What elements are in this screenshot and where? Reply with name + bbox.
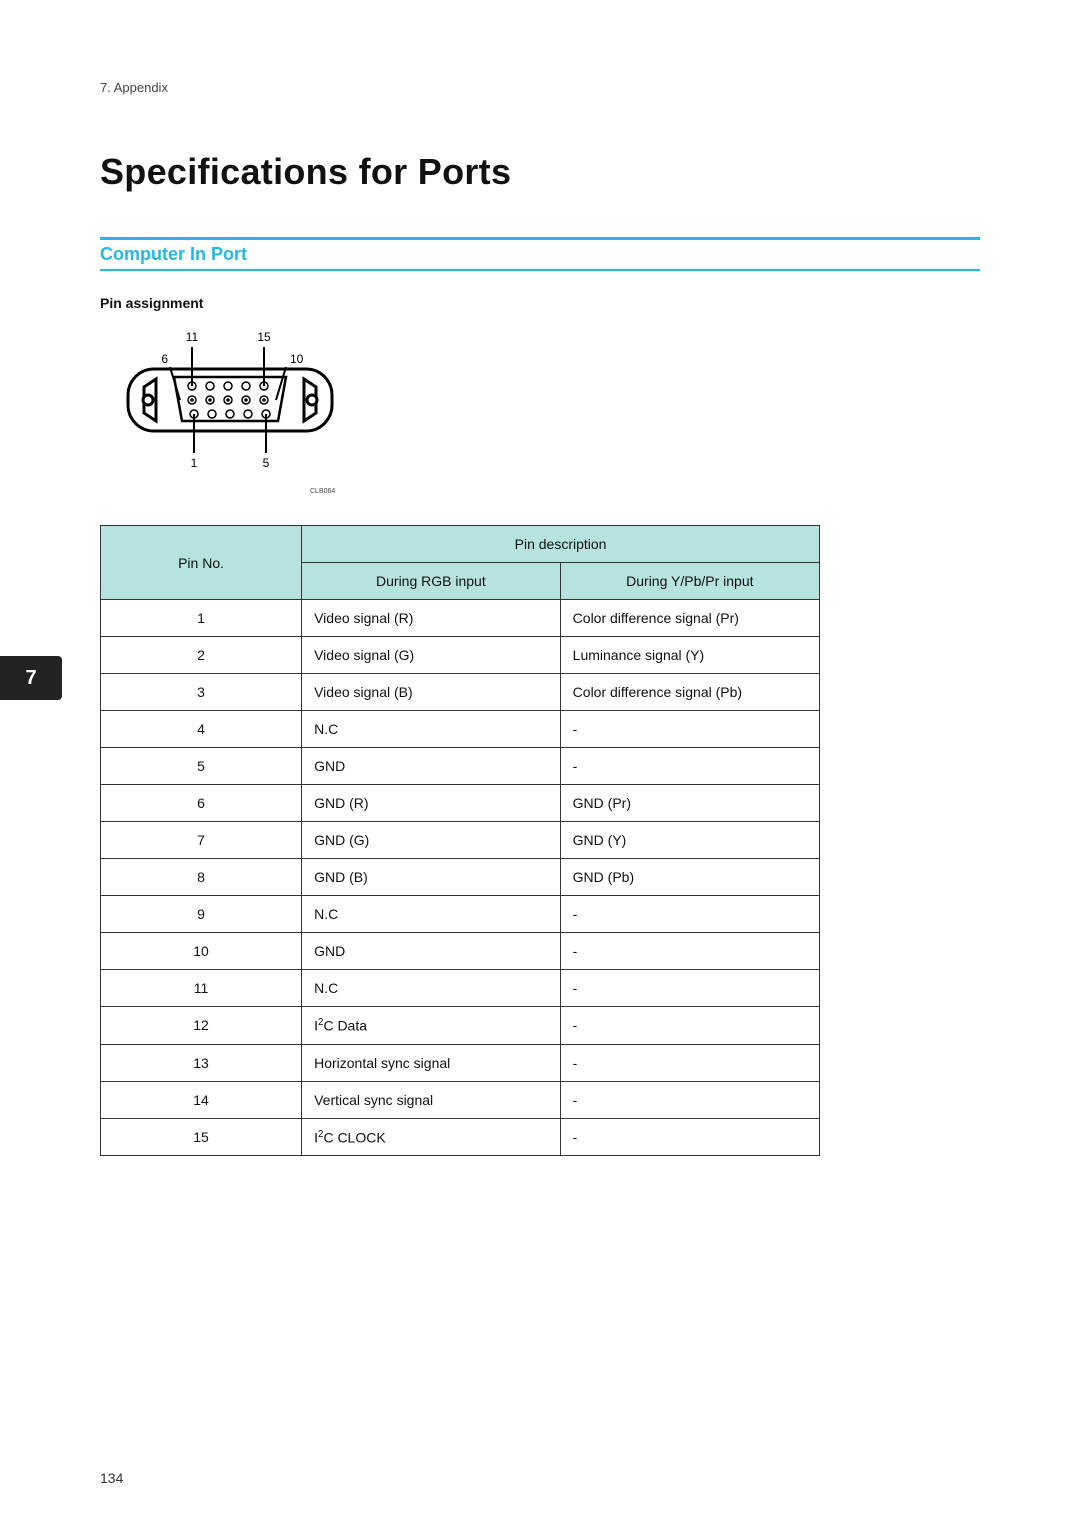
cell-pin-no: 12 — [101, 1007, 302, 1045]
table-row: 3Video signal (B)Color difference signal… — [101, 674, 820, 711]
table-row: 7GND (G)GND (Y) — [101, 822, 820, 859]
cell-pin-no: 8 — [101, 859, 302, 896]
pin-label-6: 6 — [161, 352, 168, 366]
cell-ypbpr: GND (Pb) — [560, 859, 819, 896]
db15-connector-icon: 11 15 6 10 1 5 — [100, 321, 360, 481]
page-number: 134 — [100, 1470, 123, 1486]
cell-rgb: GND — [302, 748, 561, 785]
cell-rgb: Video signal (B) — [302, 674, 561, 711]
cell-pin-no: 6 — [101, 785, 302, 822]
cell-rgb: I2C Data — [302, 1007, 561, 1045]
cell-pin-no: 3 — [101, 674, 302, 711]
cell-rgb: I2C CLOCK — [302, 1118, 561, 1156]
cell-ypbpr: GND (Pr) — [560, 785, 819, 822]
cell-ypbpr: - — [560, 711, 819, 748]
breadcrumb: 7. Appendix — [100, 80, 980, 95]
section-heading-block: Computer In Port — [100, 237, 980, 271]
cell-rgb: N.C — [302, 896, 561, 933]
cell-ypbpr: Luminance signal (Y) — [560, 637, 819, 674]
cell-rgb: Video signal (R) — [302, 600, 561, 637]
table-row: 15I2C CLOCK- — [101, 1118, 820, 1156]
cell-rgb: N.C — [302, 711, 561, 748]
cell-ypbpr: Color difference signal (Pr) — [560, 600, 819, 637]
cell-ypbpr: Color difference signal (Pb) — [560, 674, 819, 711]
th-ypbpr: During Y/Pb/Pr input — [560, 563, 819, 600]
cell-ypbpr: - — [560, 1081, 819, 1118]
cell-ypbpr: - — [560, 748, 819, 785]
cell-pin-no: 4 — [101, 711, 302, 748]
table-row: 12I2C Data- — [101, 1007, 820, 1045]
th-pin-no: Pin No. — [101, 526, 302, 600]
cell-pin-no: 2 — [101, 637, 302, 674]
chapter-tab: 7 — [0, 656, 62, 700]
table-row: 10GND- — [101, 933, 820, 970]
section-title: Computer In Port — [100, 240, 980, 269]
cell-rgb: N.C — [302, 970, 561, 1007]
table-row: 9N.C- — [101, 896, 820, 933]
section-rule-bottom — [100, 269, 980, 271]
cell-rgb: Vertical sync signal — [302, 1081, 561, 1118]
cell-ypbpr: - — [560, 1118, 819, 1156]
cell-pin-no: 11 — [101, 970, 302, 1007]
cell-ypbpr: GND (Y) — [560, 822, 819, 859]
cell-pin-no: 15 — [101, 1118, 302, 1156]
th-pin-description: Pin description — [302, 526, 820, 563]
pin-table-body: 1Video signal (R)Color difference signal… — [101, 600, 820, 1156]
cell-pin-no: 13 — [101, 1044, 302, 1081]
cell-rgb: Video signal (G) — [302, 637, 561, 674]
table-row: 11N.C- — [101, 970, 820, 1007]
diagram-code: CLB064 — [310, 488, 360, 495]
cell-rgb: GND (R) — [302, 785, 561, 822]
cell-pin-no: 14 — [101, 1081, 302, 1118]
cell-ypbpr: - — [560, 896, 819, 933]
cell-pin-no: 1 — [101, 600, 302, 637]
cell-pin-no: 10 — [101, 933, 302, 970]
table-row: 8GND (B)GND (Pb) — [101, 859, 820, 896]
cell-ypbpr: - — [560, 933, 819, 970]
subheading: Pin assignment — [100, 295, 980, 311]
table-row: 5GND- — [101, 748, 820, 785]
th-rgb: During RGB input — [302, 563, 561, 600]
cell-rgb: Horizontal sync signal — [302, 1044, 561, 1081]
cell-rgb: GND — [302, 933, 561, 970]
cell-ypbpr: - — [560, 1044, 819, 1081]
table-row: 6GND (R)GND (Pr) — [101, 785, 820, 822]
pin-label-5: 5 — [263, 456, 270, 470]
cell-rgb: GND (B) — [302, 859, 561, 896]
page-title: Specifications for Ports — [100, 151, 980, 193]
cell-ypbpr: - — [560, 1007, 819, 1045]
cell-ypbpr: - — [560, 970, 819, 1007]
pin-assignment-table: Pin No. Pin description During RGB input… — [100, 525, 820, 1156]
cell-pin-no: 7 — [101, 822, 302, 859]
pin-label-10: 10 — [290, 352, 304, 366]
table-row: 14Vertical sync signal- — [101, 1081, 820, 1118]
cell-rgb: GND (G) — [302, 822, 561, 859]
cell-pin-no: 5 — [101, 748, 302, 785]
table-row: 2Video signal (G)Luminance signal (Y) — [101, 637, 820, 674]
pin-label-1: 1 — [191, 456, 198, 470]
pin-label-11: 11 — [186, 330, 199, 344]
connector-diagram: 11 15 6 10 1 5 CLB064 — [100, 321, 360, 495]
table-row: 13Horizontal sync signal- — [101, 1044, 820, 1081]
table-row: 1Video signal (R)Color difference signal… — [101, 600, 820, 637]
pin-label-15: 15 — [257, 330, 271, 344]
table-row: 4N.C- — [101, 711, 820, 748]
cell-pin-no: 9 — [101, 896, 302, 933]
